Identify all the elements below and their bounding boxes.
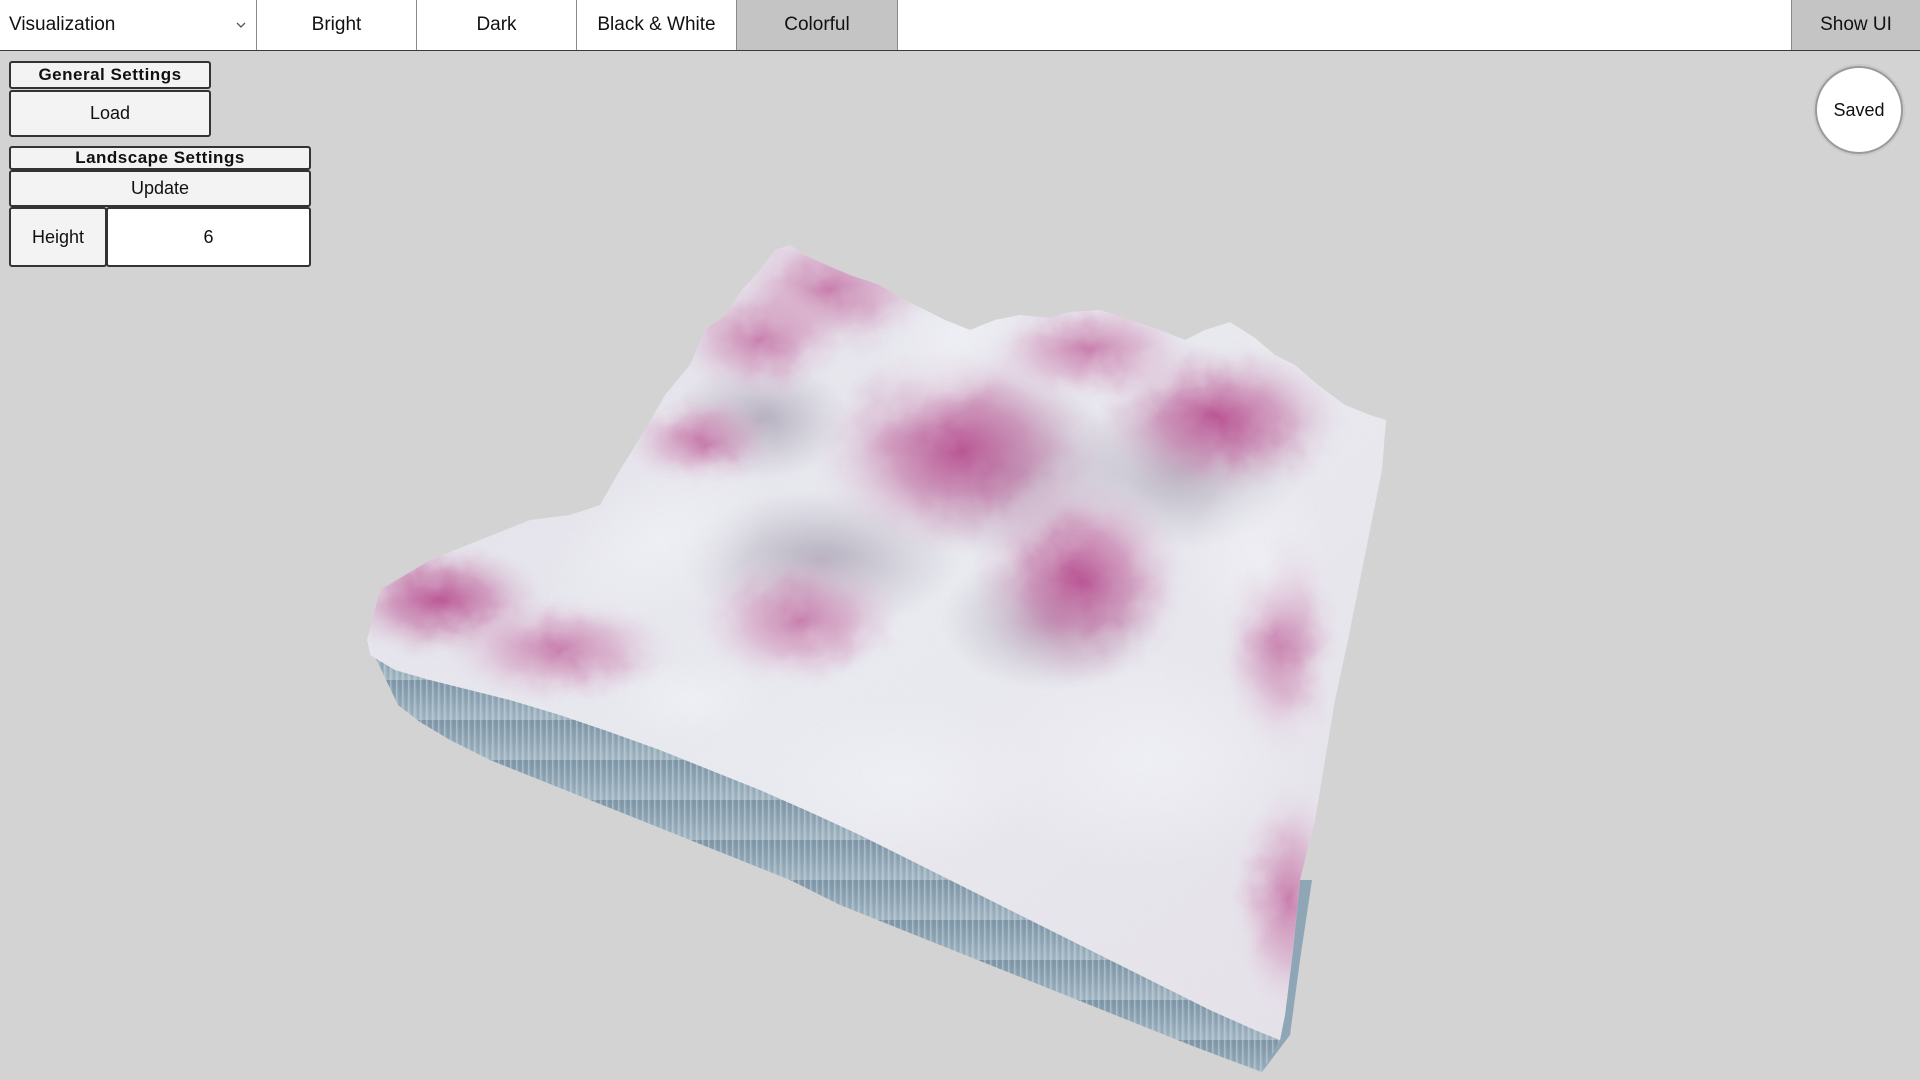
show-ui-button[interactable]: Show UI	[1791, 0, 1920, 50]
tab-dark[interactable]: Dark	[417, 0, 577, 50]
tab-black-white-label: Black & White	[597, 14, 716, 35]
tab-dark-label: Dark	[476, 14, 517, 35]
top-toolbar: Visualization Bright Dark Black & White …	[0, 0, 1920, 51]
tab-black-white[interactable]: Black & White	[577, 0, 737, 50]
visualization-select-value: Visualization	[9, 14, 116, 35]
height-label: Height	[9, 207, 107, 267]
visualization-select[interactable]: Visualization	[0, 0, 257, 50]
saved-label: Saved	[1833, 99, 1885, 120]
terrain-surface	[367, 245, 1386, 1040]
load-button[interactable]: Load	[9, 90, 211, 137]
tab-colorful-label: Colorful	[784, 14, 850, 35]
chevron-down-icon	[236, 22, 246, 28]
app-window: Visualization Bright Dark Black & White …	[0, 0, 1920, 1080]
general-settings-header[interactable]: General Settings	[9, 61, 211, 89]
tab-bright[interactable]: Bright	[257, 0, 417, 50]
landscape-settings-header[interactable]: Landscape Settings	[9, 146, 311, 170]
height-input[interactable]	[106, 207, 311, 267]
update-button[interactable]: Update	[9, 170, 311, 207]
show-ui-label: Show UI	[1820, 14, 1892, 35]
tab-bright-label: Bright	[311, 14, 362, 35]
tab-colorful[interactable]: Colorful	[737, 0, 898, 50]
saved-status-badge[interactable]: Saved	[1815, 66, 1903, 154]
